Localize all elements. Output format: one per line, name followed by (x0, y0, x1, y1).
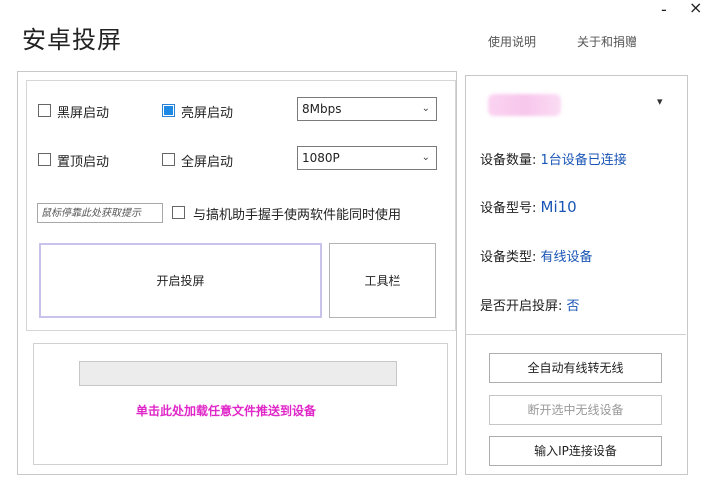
coexist-checkbox[interactable]: 与搞机助手握手使两软件能同时使用 (172, 203, 401, 223)
about-donate-link[interactable]: 关于和捐赠 (577, 33, 637, 50)
push-progress-bar (79, 361, 397, 386)
bright-screen-check-box[interactable] (162, 104, 175, 117)
help-link[interactable]: 使用说明 (488, 33, 536, 50)
casting-status-row: 是否开启投屏: 否 (480, 295, 580, 314)
device-selector-value[interactable] (488, 94, 561, 116)
device-model-value: Mi10 (540, 198, 577, 216)
device-model-label: 设备型号: (480, 201, 537, 216)
device-count-label: 设备数量: (480, 153, 537, 168)
disconnect-wireless-button[interactable]: 断开选中无线设备 (489, 395, 662, 425)
black-screen-check-box[interactable] (38, 104, 51, 117)
divider (466, 334, 686, 335)
device-dropdown-arrow-icon[interactable]: ▾ (657, 95, 663, 108)
auto-wireless-button[interactable]: 全自动有线转无线 (489, 353, 662, 383)
bitrate-select[interactable]: 8Mbps ⌄ (297, 97, 437, 121)
bitrate-value: 8Mbps (302, 102, 342, 116)
device-model-row: 设备型号: Mi10 (480, 197, 577, 216)
device-count-row: 设备数量: 1台设备已连接 (480, 149, 627, 168)
casting-status-value: 否 (566, 299, 580, 314)
start-cast-button[interactable]: 开启投屏 (39, 243, 322, 318)
mouse-hint-field[interactable]: 鼠标停靠此处获取提示 (37, 203, 163, 223)
chevron-down-icon: ⌄ (421, 103, 430, 114)
top-most-checkbox[interactable]: 置顶启动 (38, 150, 109, 170)
app-title: 安卓投屏 (22, 26, 122, 54)
casting-status-label: 是否开启投屏: (480, 299, 563, 314)
device-type-row: 设备类型: 有线设备 (480, 246, 593, 265)
device-count-value: 1台设备已连接 (540, 153, 627, 168)
black-screen-checkbox[interactable]: 黑屏启动 (38, 101, 109, 121)
chevron-down-icon: ⌄ (421, 152, 430, 163)
coexist-check-box[interactable] (172, 206, 185, 219)
minimize-button[interactable]: - (661, 0, 667, 19)
resolution-value: 1080P (302, 151, 340, 165)
resolution-select[interactable]: 1080P ⌄ (297, 146, 437, 170)
push-file-text[interactable]: 单击此处加载任意文件推送到设备 (136, 402, 316, 419)
device-type-label: 设备类型: (480, 250, 537, 265)
fullscreen-check-box[interactable] (162, 153, 175, 166)
bright-screen-checkbox[interactable]: 亮屏启动 (162, 101, 233, 121)
device-type-value: 有线设备 (540, 250, 593, 265)
top-most-check-box[interactable] (38, 153, 51, 166)
toolbar-button[interactable]: 工具栏 (329, 243, 436, 318)
close-button[interactable]: × (689, 0, 702, 17)
ip-connect-button[interactable]: 输入IP连接设备 (489, 436, 662, 466)
fullscreen-checkbox[interactable]: 全屏启动 (162, 150, 233, 170)
